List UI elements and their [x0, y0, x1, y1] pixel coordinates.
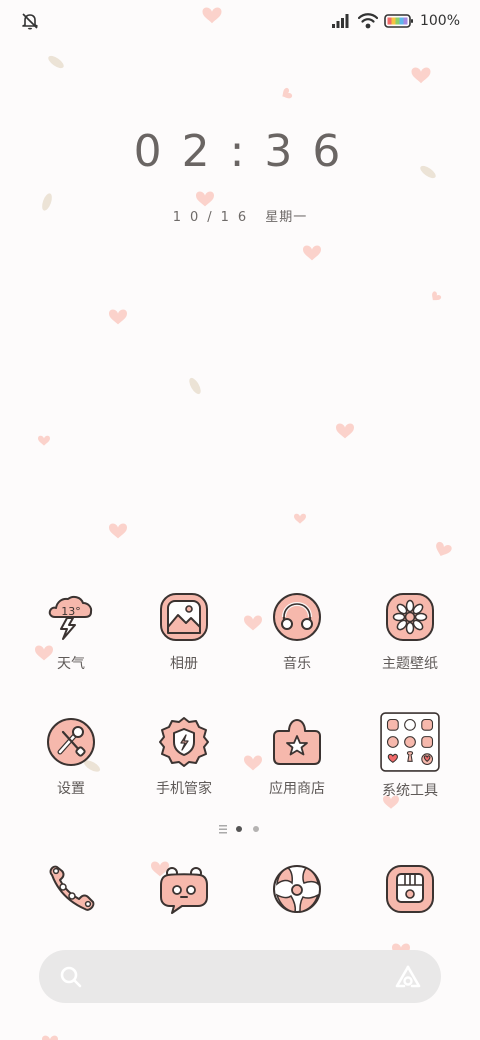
- status-bar: 100%: [0, 0, 480, 44]
- battery-percent: 100%: [419, 13, 460, 29]
- status-right: 100%: [331, 11, 460, 31]
- page-dot: [253, 826, 259, 832]
- browser-icon: [273, 865, 321, 913]
- search-bar[interactable]: [39, 950, 441, 1003]
- dock-camera[interactable]: [353, 861, 467, 917]
- weather-icon: 13°: [48, 595, 93, 640]
- weather-temp: 13°: [61, 605, 81, 618]
- system-tools-folder-icon: [380, 712, 440, 772]
- app-label: 应用商店: [269, 781, 325, 797]
- app-security[interactable]: 手机管家: [127, 714, 241, 798]
- app-label: 相册: [170, 656, 198, 672]
- camera-icon: [386, 865, 434, 913]
- app-store-icon: [273, 719, 321, 765]
- clock-date[interactable]: 10/16 星期一: [0, 206, 480, 225]
- app-label: 设置: [57, 781, 85, 797]
- mute-bell-icon: [22, 13, 38, 30]
- music-headphones-icon: [273, 593, 321, 641]
- app-gallery[interactable]: 相册: [127, 589, 241, 673]
- signal-icon: [331, 14, 349, 28]
- app-store[interactable]: 应用商店: [240, 714, 354, 798]
- search-input[interactable]: [95, 962, 379, 993]
- app-label: 手机管家: [156, 781, 212, 797]
- security-shield-icon: [159, 717, 209, 767]
- page-dot-active: [236, 826, 242, 832]
- phone-icon: [49, 865, 95, 911]
- app-label: 主题壁纸: [382, 656, 438, 672]
- app-theme[interactable]: 主题壁纸: [353, 589, 467, 673]
- search-icon[interactable]: [59, 965, 83, 989]
- app-label: 系统工具: [382, 783, 438, 799]
- page-indicator[interactable]: [0, 823, 480, 835]
- app-settings[interactable]: 设置: [14, 714, 128, 798]
- settings-tools-icon: [47, 718, 95, 766]
- weekday-text: 星期一: [265, 210, 308, 225]
- messages-icon: [160, 867, 208, 914]
- app-label: 天气: [57, 656, 85, 672]
- app-music[interactable]: 音乐: [240, 589, 354, 673]
- dock-messages[interactable]: [127, 861, 241, 917]
- clock-time[interactable]: 02:36: [0, 126, 480, 177]
- theme-flower-icon: [386, 593, 434, 641]
- app-weather[interactable]: 13° 天气: [14, 589, 128, 673]
- gallery-icon: [160, 593, 208, 641]
- dock-browser[interactable]: [240, 861, 354, 917]
- wifi-icon: [357, 13, 378, 29]
- date-text: 10/16: [172, 210, 256, 225]
- assistant-icon[interactable]: [395, 964, 421, 990]
- app-label: 音乐: [283, 656, 311, 672]
- dock-phone[interactable]: [14, 861, 128, 917]
- battery-icon: [384, 14, 413, 28]
- page-list-icon: [219, 825, 227, 834]
- app-system-tools[interactable]: 系统工具: [353, 712, 467, 800]
